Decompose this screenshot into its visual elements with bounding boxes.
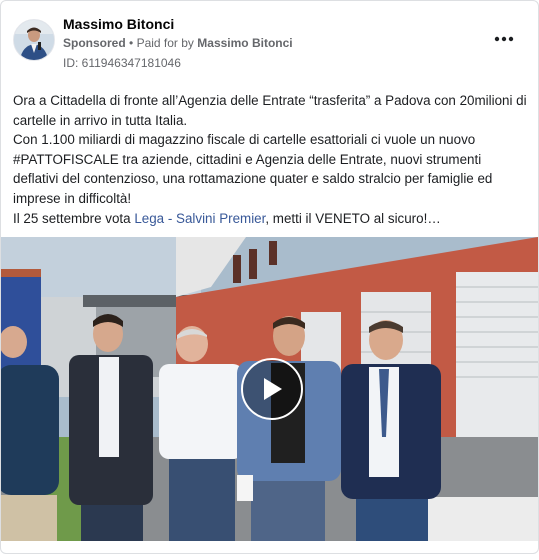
- more-dots: [494, 36, 514, 42]
- play-button[interactable]: [241, 358, 303, 420]
- paid-for-name: Massimo Bitonci: [197, 36, 293, 50]
- paid-for-prefix: Paid for by: [136, 36, 194, 50]
- page-name[interactable]: Massimo Bitonci: [63, 16, 174, 32]
- post-text-paragraph-3: Il 25 settembre vota Lega - Salvini Prem…: [13, 209, 528, 229]
- post-text-line3-start: Il 25 settembre vota: [13, 210, 135, 226]
- more-horizontal-icon[interactable]: [492, 31, 516, 47]
- play-icon: [264, 378, 282, 400]
- avatar-image: [14, 20, 54, 60]
- post-text-paragraph-1: Ora a Cittadella di fronte all’Agenzia d…: [13, 93, 527, 128]
- ad-post-card: Massimo Bitonci Sponsored • Paid for by …: [0, 0, 539, 554]
- post-text: Ora a Cittadella di fronte all’Agenzia d…: [13, 91, 528, 228]
- sponsored-meta: Sponsored • Paid for by Massimo Bitonci: [63, 36, 293, 50]
- post-text-line3-end: , metti il VENETO al sicuro!…: [265, 210, 441, 226]
- avatar[interactable]: [13, 19, 55, 61]
- video-thumbnail[interactable]: [1, 237, 538, 541]
- link-separator: -: [164, 210, 177, 226]
- lega-link[interactable]: Lega: [134, 211, 164, 226]
- salvini-premier-link[interactable]: Salvini Premier: [176, 211, 265, 226]
- post-header: Massimo Bitonci Sponsored • Paid for by …: [13, 13, 526, 73]
- ad-id: ID: 611946347181046: [63, 56, 181, 70]
- sponsored-label[interactable]: Sponsored: [63, 36, 126, 50]
- post-text-paragraph-2: Con 1.100 miliardi di magazzino fiscale …: [13, 132, 493, 206]
- meta-separator: •: [129, 36, 134, 50]
